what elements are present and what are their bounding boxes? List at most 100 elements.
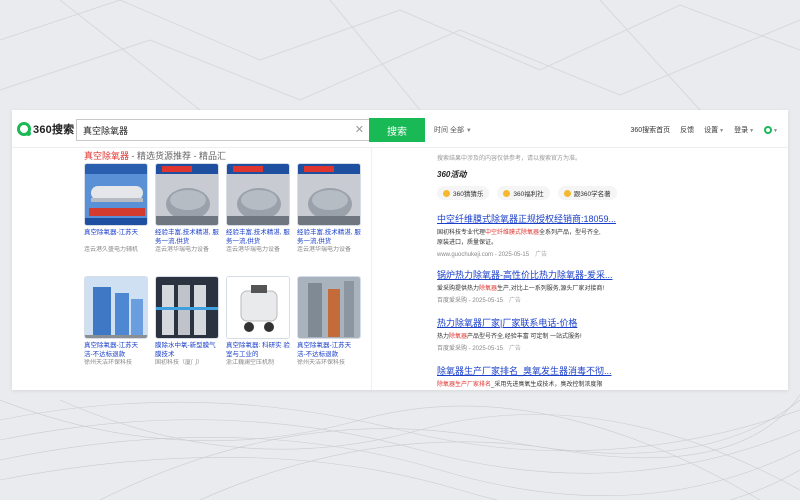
activity-chip-label: 360福利社 — [513, 191, 544, 198]
product-title[interactable]: 膜除水中氧-新型膜气 膜技术 — [155, 341, 219, 359]
product-title[interactable]: 经验丰富,技术精湛, 服务一流,供货 — [155, 228, 219, 246]
product-seller: 徐州天洁环保科技 — [297, 360, 346, 366]
shop-panel-title[interactable]: 真空除氧器 - 精选货源推荐 - 精品汇 — [84, 149, 226, 162]
activity-chip[interactable]: 360猜猜乐 — [437, 186, 490, 200]
product-seller: 连云港久盛电力辅机 — [84, 247, 139, 253]
result-title[interactable]: 锅炉热力除氧器-高性价比热力除氧器-爱采... — [437, 268, 637, 281]
result-description: 热力除氧器产品型号齐全,经验丰富 可定制 一站式服务! — [437, 332, 637, 342]
search-result: 中空纤维膜式除氧器正规授权经销商:18059... 国初科技专业代理中空纤维膜式… — [437, 212, 637, 258]
result-desc-keyword: 除氧器生产厂家排名 — [437, 382, 492, 388]
product-image — [84, 276, 148, 339]
activity-row: 360猜猜乐 360福利社 跟360学名著 — [437, 186, 617, 200]
product-seller: 连云港华瑞电力设备 — [155, 247, 210, 253]
ad-label: 广告 — [509, 346, 522, 352]
activity-chip[interactable]: 跟360学名著 — [557, 186, 617, 200]
activity-icon — [443, 189, 450, 197]
result-desc-text: _采用先进臭氧生成技术，臭改控制浓度限 — [491, 382, 603, 388]
result-description: 国初科技专业代理中空纤维膜式除氧器全系列产品，型号齐全, 原装进口，质量保证。 — [437, 228, 637, 248]
search-window: 360搜索 ✕ 搜索 时间 全部 ▼ 360搜索首页 反馈 设置▼ 登录▼ ▼ … — [12, 110, 788, 390]
nav-feedback-link[interactable]: 反馈 — [680, 125, 694, 135]
shop-panel-title-keyword: 真空除氧器 — [84, 151, 130, 161]
product-title[interactable]: 真空除氧器: 科研实 验室与工业的 — [226, 341, 290, 359]
logo[interactable]: 360搜索 — [17, 121, 74, 137]
product-image — [297, 276, 361, 339]
top-nav: 360搜索首页 反馈 设置▼ 登录▼ ▼ — [630, 125, 778, 135]
product-image — [297, 163, 361, 226]
chevron-down-icon: ▼ — [719, 128, 725, 134]
search-button[interactable]: 搜索 — [369, 118, 425, 142]
search-input[interactable] — [77, 120, 347, 140]
result-desc-text: 产品型号齐全,经验丰富 可定制 一站式服务! — [467, 334, 582, 340]
product-title[interactable]: 真空除氧器-江苏天 洁-不达标退款 — [84, 341, 148, 359]
product-image — [226, 163, 290, 226]
result-description: 爱采购提供热力除氧器生产,对比上一系列服务,源头厂家对接商! — [437, 284, 637, 294]
product-title[interactable]: 真空除氧器-江苏天 洁-不达标退款 — [297, 341, 361, 359]
product-title[interactable]: 经验丰富,技术精湛, 服务一流,供货 — [226, 228, 290, 246]
nav-login-label: 登录 — [734, 127, 749, 134]
result-source[interactable]: 百度爱采购 - 2025-05-15 — [437, 346, 503, 352]
result-desc-keyword: 除氧器 — [479, 286, 498, 292]
nav-login-dropdown[interactable]: 登录▼ — [734, 125, 754, 135]
ad-label: 广告 — [535, 252, 548, 258]
result-meta: 百度爱采购 - 2025-05-15 广告 — [437, 295, 637, 304]
logo-icon — [17, 122, 31, 136]
time-filter-label: 时间 全部 — [434, 127, 464, 134]
result-meta: www.guochukeji.com - 2025-05-15 广告 — [437, 249, 637, 258]
result-desc-keyword: 中空纤维膜式除氧器 — [485, 230, 540, 236]
search-result: 锅炉热力除氧器-高性价比热力除氧器-爱采... 爱采购提供热力除氧器生产,对比上… — [437, 268, 637, 304]
nav-home-link[interactable]: 360搜索首页 — [630, 125, 670, 135]
activity-title: 360活动 — [437, 170, 467, 179]
result-source[interactable]: 百度爱采购 - 2025-05-15 — [437, 298, 503, 304]
activity-chip-label: 跟360学名著 — [573, 191, 611, 198]
product-seller: 徐州天洁环保科技 — [84, 360, 133, 366]
logo-text: 360搜索 — [33, 124, 75, 136]
result-source[interactable]: www.guochukeji.com - 2025-05-15 — [437, 252, 529, 258]
time-filter-dropdown[interactable]: 时间 全部 ▼ — [434, 125, 472, 135]
product-seller: 连云港华瑞电力设备 — [226, 247, 281, 253]
activity-chip-label: 360猜猜乐 — [453, 191, 484, 198]
chevron-down-icon: ▼ — [773, 127, 778, 134]
result-description: 除氧器生产厂家排名_采用先进臭氧生成技术，臭改控制浓度限 — [437, 380, 637, 390]
product-image — [155, 276, 219, 339]
product-card[interactable]: 真空除氧器-江苏天 连云港久盛电力辅机 — [84, 163, 148, 255]
clear-icon[interactable]: ✕ — [355, 123, 364, 136]
chevron-down-icon: ▼ — [749, 128, 755, 134]
result-title[interactable]: 中空纤维膜式除氧器正规授权经销商:18059... — [437, 212, 637, 225]
top-bar: 360搜索 ✕ 搜索 时间 全部 ▼ 360搜索首页 反馈 设置▼ 登录▼ ▼ — [12, 110, 788, 148]
product-image — [84, 163, 148, 226]
product-card[interactable]: 真空除氧器-江苏天 洁-不达标退款 徐州天洁环保科技 — [84, 276, 148, 368]
shop-panel-title-rest: - 精选货源推荐 - 精品汇 — [129, 151, 227, 161]
result-title[interactable]: 热力除氧器厂家|厂家联系电话-价格 — [437, 316, 637, 329]
activity-chip[interactable]: 360福利社 — [497, 186, 550, 200]
product-card[interactable]: 经验丰富,技术精湛, 服务一流,供货 连云港华瑞电力设备 — [155, 163, 219, 255]
product-card[interactable]: 真空除氧器: 科研实 验室与工业的 浙江巍澜空压机制 — [226, 276, 290, 368]
result-desc-text: 国初科技专业代理 — [437, 230, 486, 236]
product-title[interactable]: 真空除氧器-江苏天 — [84, 228, 148, 246]
result-desc-text: 生产,对比上一系列服务,源头厂家对接商! — [497, 286, 605, 292]
product-card[interactable]: 真空除氧器-江苏天 洁-不达标退款 徐州天洁环保科技 — [297, 276, 361, 368]
column-divider — [371, 148, 372, 390]
result-meta: 百度爱采购 - 2025-05-15 广告 — [437, 343, 637, 352]
search-result: 热力除氧器厂家|厂家联系电话-价格 热力除氧器产品型号齐全,经验丰富 可定制 一… — [437, 316, 637, 352]
product-seller: 连云港华瑞电力设备 — [297, 247, 352, 253]
user-menu[interactable]: ▼ — [764, 126, 778, 134]
product-image — [155, 163, 219, 226]
result-desc-text: 热力 — [437, 334, 450, 340]
nav-settings-label: 设置 — [704, 127, 719, 134]
product-title[interactable]: 经验丰富,技术精湛, 服务一流,供货 — [297, 228, 361, 246]
nav-settings-dropdown[interactable]: 设置▼ — [704, 125, 724, 135]
result-desc-keyword: 除氧器 — [449, 334, 468, 340]
search-box: ✕ — [76, 119, 370, 141]
result-desc-text: 原装进口，质量保证。 — [437, 240, 498, 246]
result-desc-text: 全系列产品，型号齐全, — [539, 230, 601, 236]
product-card[interactable]: 膜除水中氧-新型膜气 膜技术 国初科技（厦门） — [155, 276, 219, 368]
result-title[interactable]: 除氧器生产厂家排名_臭氧发生器消毒不彻... — [437, 364, 637, 377]
user-icon — [764, 126, 773, 134]
search-result: 除氧器生产厂家排名_臭氧发生器消毒不彻... 除氧器生产厂家排名_采用先进臭氧生… — [437, 364, 637, 390]
result-notice: 搜索结果中涉及的内容仅供参考，请以搜索官方为准。 — [437, 156, 582, 162]
product-seller: 浙江巍澜空压机制 — [226, 360, 275, 366]
product-image — [226, 276, 290, 339]
product-card[interactable]: 经验丰富,技术精湛, 服务一流,供货 连云港华瑞电力设备 — [226, 163, 290, 255]
product-card[interactable]: 经验丰富,技术精湛, 服务一流,供货 连云港华瑞电力设备 — [297, 163, 361, 255]
product-seller: 国初科技（厦门） — [155, 360, 204, 366]
